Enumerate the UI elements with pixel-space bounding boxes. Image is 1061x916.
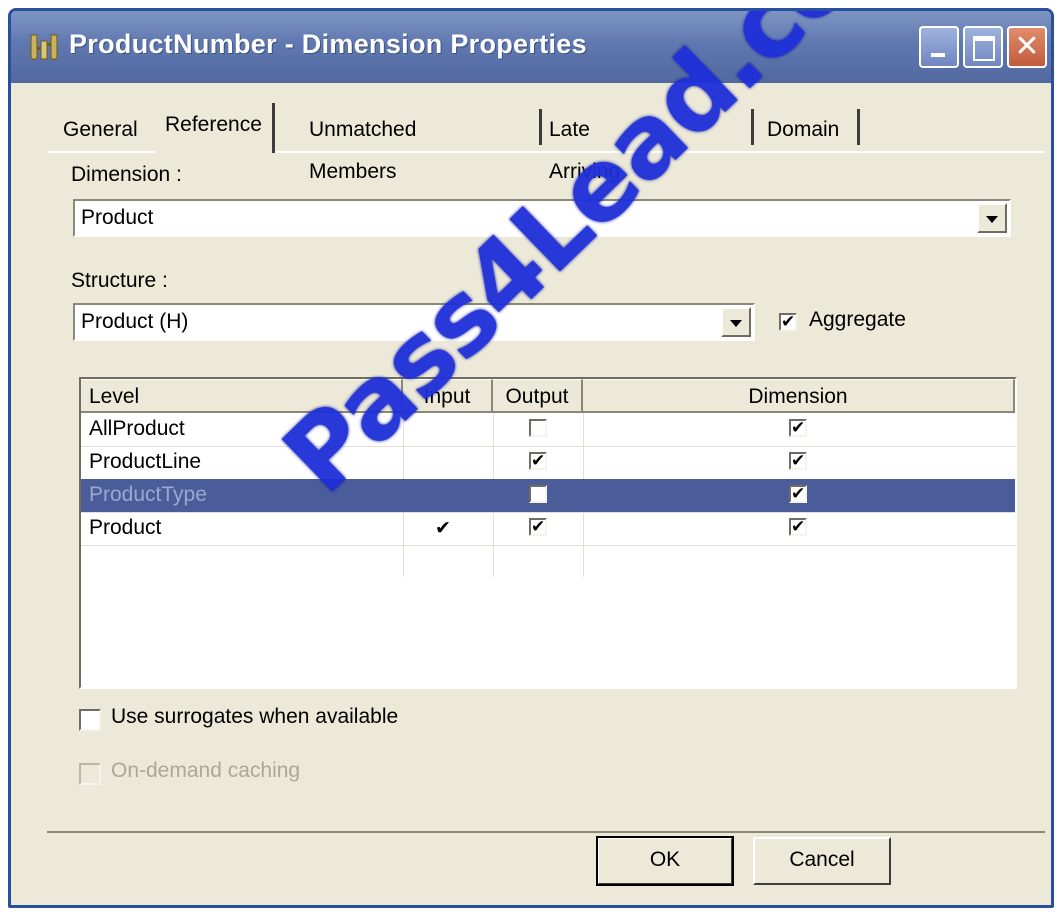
minimize-button[interactable]: [919, 26, 959, 68]
levels-grid: Level Input Output Dimension AllProduct …: [79, 377, 1017, 689]
title-bar[interactable]: ProductNumber - Dimension Properties ✕: [11, 11, 1051, 83]
output-checkbox[interactable]: ✔: [529, 518, 547, 536]
on-demand-caching-checkbox: [79, 763, 101, 785]
dimension-label: Dimension :: [71, 163, 182, 186]
dimension-checkbox[interactable]: ✔: [789, 452, 807, 470]
table-row[interactable]: AllProduct ✔: [81, 413, 1015, 447]
column-header-output[interactable]: Output: [493, 379, 583, 413]
dimension-checkbox[interactable]: ✔: [789, 518, 807, 536]
output-checkbox[interactable]: ✔: [529, 452, 547, 470]
on-demand-caching-label: On-demand caching: [111, 759, 301, 782]
close-icon: ✕: [1014, 29, 1040, 64]
tab-domain[interactable]: Domain: [757, 109, 849, 151]
level-name: Product: [89, 516, 162, 539]
maximize-icon: [973, 36, 995, 61]
dimension-dropdown-button[interactable]: [977, 203, 1007, 233]
dimension-checkbox[interactable]: ✔: [789, 485, 807, 503]
chevron-down-icon: [730, 320, 742, 327]
tab-reference[interactable]: Reference: [155, 103, 275, 153]
tab-separator: [751, 109, 754, 145]
structure-label: Structure :: [71, 269, 168, 292]
level-name: ProductType: [89, 483, 207, 506]
level-name: ProductLine: [89, 450, 202, 473]
ok-button[interactable]: OK: [596, 836, 734, 886]
chevron-down-icon: [986, 216, 998, 223]
column-header-level[interactable]: Level: [81, 379, 403, 413]
output-checkbox[interactable]: [529, 485, 547, 503]
minimize-icon: [931, 53, 945, 57]
window-title: ProductNumber - Dimension Properties: [69, 29, 587, 59]
table-row[interactable]: Product ✔ ✔ ✔: [81, 512, 1015, 546]
tab-general[interactable]: General: [53, 109, 148, 151]
tab-separator: [857, 109, 860, 145]
dimension-properties-dialog: ProductNumber - Dimension Properties ✕ G…: [8, 8, 1054, 908]
structure-value: Product (H): [81, 310, 189, 333]
use-surrogates-label: Use surrogates when available: [111, 705, 399, 728]
dimension-value: Product: [81, 206, 154, 229]
cancel-button[interactable]: Cancel: [753, 837, 891, 885]
close-button[interactable]: ✕: [1007, 26, 1047, 68]
structure-dropdown[interactable]: Product (H): [73, 303, 755, 341]
use-surrogates-checkbox[interactable]: [79, 709, 101, 731]
column-header-input[interactable]: Input: [403, 379, 493, 413]
aggregate-checkbox[interactable]: ✔: [779, 313, 797, 331]
column-header-dimension[interactable]: Dimension: [583, 379, 1015, 413]
grid-header: Level Input Output Dimension: [81, 379, 1015, 413]
dimension-checkbox[interactable]: ✔: [789, 419, 807, 437]
level-name: AllProduct: [89, 417, 185, 440]
structure-dropdown-button[interactable]: [721, 307, 751, 337]
tab-unmatched-members[interactable]: Unmatched Members: [299, 109, 426, 183]
dimension-icon: [29, 33, 59, 61]
table-row-selected[interactable]: ProductType ✔: [81, 479, 1015, 513]
dimension-dropdown[interactable]: Product: [73, 199, 1011, 237]
output-checkbox[interactable]: [529, 419, 547, 437]
tab-late-arriving-facts[interactable]: Late Arriving Facts: [539, 109, 630, 225]
input-check-icon[interactable]: ✔: [435, 512, 451, 545]
maximize-button[interactable]: [963, 26, 1003, 68]
table-row[interactable]: ProductLine ✔ ✔: [81, 446, 1015, 480]
aggregate-label: Aggregate: [809, 308, 906, 331]
